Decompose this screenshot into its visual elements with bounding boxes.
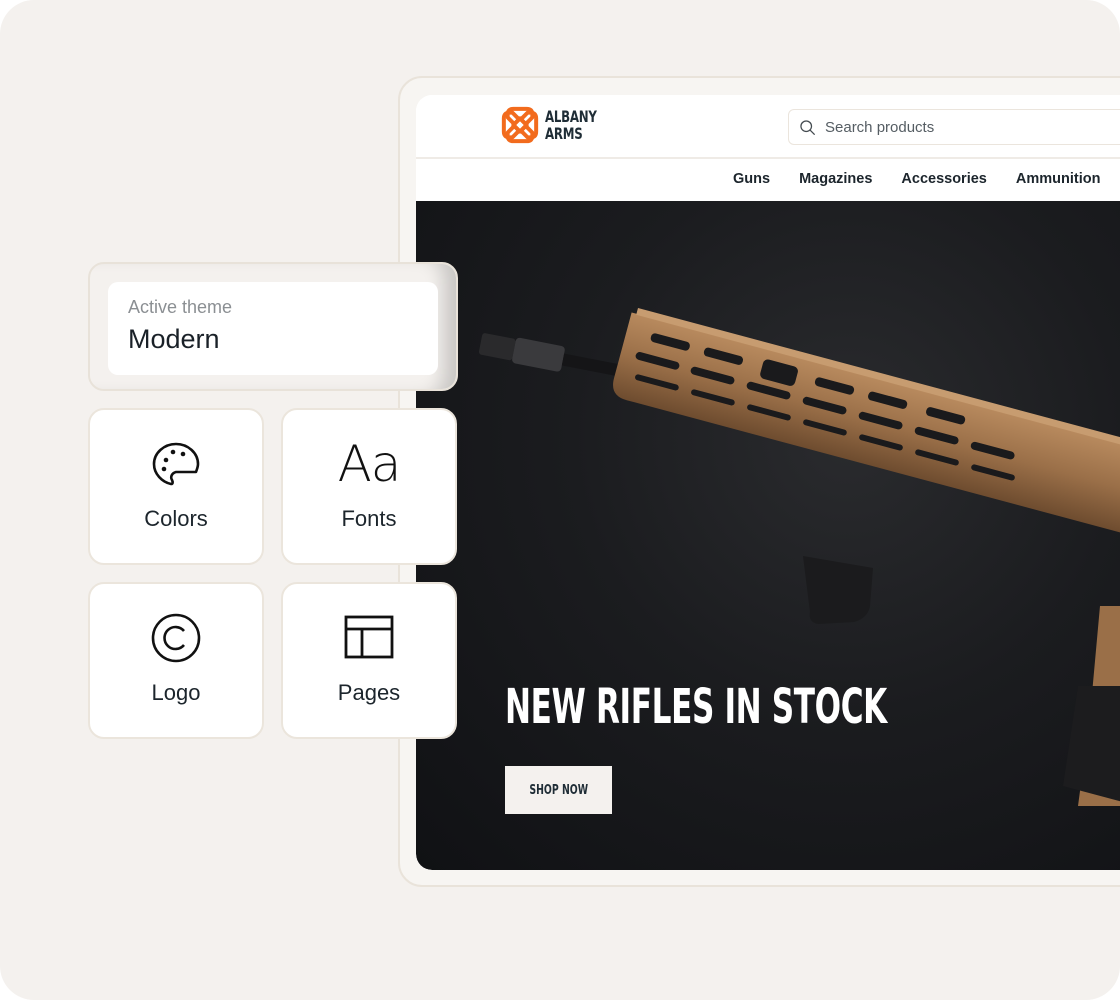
tile-colors-label: Colors	[144, 506, 208, 531]
site-header: ALBANY ARMS	[416, 95, 1120, 159]
nav-item-guns[interactable]: Guns	[733, 171, 770, 187]
shop-now-button[interactable]: SHOP NOW	[505, 766, 612, 814]
hero-title: NEW RIFLES IN STOCK	[505, 679, 887, 735]
hero-banner: NEW RIFLES IN STOCK SHOP NOW	[416, 201, 1120, 870]
tile-fonts-label: Fonts	[341, 506, 397, 531]
tile-fonts[interactable]: Aa Fonts	[281, 408, 457, 565]
brand-logo[interactable]: ALBANY ARMS	[501, 106, 608, 144]
active-theme-card[interactable]: Active theme Modern	[88, 262, 458, 391]
tile-pages-label: Pages	[337, 680, 401, 705]
search-icon	[800, 119, 815, 135]
main-nav: Guns Magazines Accessories Ammunition	[416, 161, 1120, 201]
search-input[interactable]	[825, 118, 1120, 136]
brand-name-line2: ARMS	[545, 124, 583, 143]
active-theme-label: Active theme	[128, 297, 233, 317]
logo-mark-icon	[501, 106, 539, 144]
nav-item-accessories[interactable]: Accessories	[901, 171, 986, 187]
tile-logo-label: Logo	[151, 680, 201, 705]
shop-now-label: SHOP NOW	[529, 782, 588, 798]
tile-pages[interactable]: Pages	[281, 582, 457, 739]
website-preview: ALBANY ARMS Guns Magazines Accessories A…	[416, 95, 1120, 870]
active-theme-value: Modern	[128, 324, 220, 354]
nav-item-ammunition[interactable]: Ammunition	[1016, 171, 1101, 187]
font-icon: Aa	[337, 435, 402, 493]
active-theme-inner: Active theme Modern	[108, 282, 438, 375]
tile-logo[interactable]: Logo	[88, 582, 264, 739]
nav-item-magazines[interactable]: Magazines	[799, 171, 872, 187]
brand-name-line1: ALBANY	[545, 107, 597, 126]
copyright-icon	[151, 613, 201, 663]
layout-icon	[344, 615, 394, 659]
tile-colors[interactable]: Colors	[88, 408, 264, 565]
palette-icon	[152, 442, 200, 486]
search-box[interactable]	[788, 109, 1120, 145]
brand-name: ALBANY ARMS	[545, 108, 597, 142]
